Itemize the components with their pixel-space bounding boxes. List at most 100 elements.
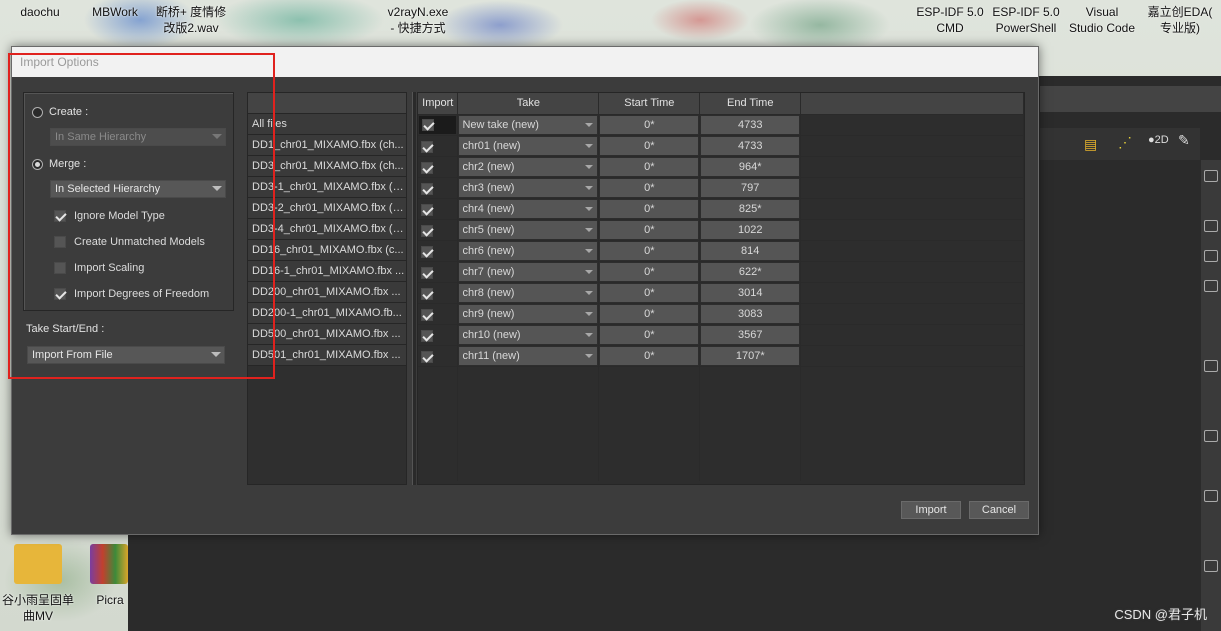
end-time-cell[interactable]: 4733 [699, 135, 802, 157]
import-cell[interactable] [418, 240, 459, 262]
scale-tool-icon[interactable] [1204, 280, 1218, 292]
take-row[interactable]: chr9 (new) 0* 3083 [418, 303, 1024, 325]
take-select[interactable]: chr7 (new) [459, 262, 598, 281]
take-row[interactable]: chr3 (new) 0* 797 [418, 177, 1024, 199]
take-select[interactable]: chr2 (new) [459, 157, 598, 176]
desktop-icon-vscode[interactable]: Visual Studio Code [1062, 4, 1142, 36]
import-cell[interactable] [418, 261, 459, 283]
move-tool-icon[interactable] [1204, 220, 1218, 232]
light-tool-icon[interactable] [1204, 560, 1218, 572]
take-cell[interactable]: chr01 (new) [457, 135, 600, 157]
import-cell[interactable] [418, 345, 459, 367]
take-row[interactable]: chr8 (new) 0* 3014 [418, 282, 1024, 304]
panel-splitter[interactable] [412, 92, 416, 485]
take-cell[interactable]: chr11 (new) [457, 345, 600, 367]
end-time-value[interactable]: 4733 [701, 115, 800, 134]
desktop-icon-folder-label[interactable]: 谷小雨呈固单 曲MV [0, 592, 76, 624]
select-tool-icon[interactable] [1204, 170, 1218, 182]
import-cell[interactable] [418, 219, 459, 241]
take-row[interactable]: chr01 (new) 0* 4733 [418, 135, 1024, 157]
start-time-value[interactable]: 0* [600, 136, 699, 155]
import-checkbox[interactable] [421, 204, 433, 216]
take-select[interactable]: chr01 (new) [459, 136, 598, 155]
2d-icon[interactable]: ●2D [1148, 134, 1169, 146]
import-button[interactable]: Import [901, 501, 961, 519]
start-time-value[interactable]: 0* [600, 157, 699, 176]
take-cell[interactable]: chr3 (new) [457, 177, 600, 199]
end-time-value[interactable]: 3014 [701, 283, 800, 302]
import-cell[interactable] [418, 156, 459, 178]
start-time-cell[interactable]: 0* [598, 135, 701, 157]
import-checkbox[interactable] [421, 141, 433, 153]
import-checkbox[interactable] [421, 288, 433, 300]
start-time-cell[interactable]: 0* [598, 156, 701, 178]
desktop-icon-esp-cmd[interactable]: ESP-IDF 5.0 CMD [912, 4, 988, 36]
import-checkbox[interactable] [421, 267, 433, 279]
end-time-value[interactable]: 622* [701, 262, 800, 281]
start-time-value[interactable]: 0* [600, 304, 699, 323]
end-time-cell[interactable]: 3567 [699, 324, 802, 346]
take-row[interactable]: chr2 (new) 0* 964* [418, 156, 1024, 178]
import-cell[interactable] [418, 282, 459, 304]
end-time-cell[interactable]: 964* [699, 156, 802, 178]
end-time-value[interactable]: 3567 [701, 325, 800, 344]
start-time-value[interactable]: 0* [600, 178, 699, 197]
take-select[interactable]: chr10 (new) [459, 325, 598, 344]
ruler-icon[interactable]: ▤ [1084, 136, 1097, 153]
import-cell[interactable] [418, 114, 459, 136]
take-row[interactable]: chr4 (new) 0* 825* [418, 198, 1024, 220]
end-time-value[interactable]: 814 [701, 241, 800, 260]
folder-icon[interactable] [14, 544, 62, 584]
column-header-end-time[interactable]: End Time [699, 93, 802, 115]
start-time-cell[interactable]: 0* [598, 198, 701, 220]
take-cell[interactable]: chr6 (new) [457, 240, 600, 262]
start-time-value[interactable]: 0* [600, 346, 699, 365]
start-time-value[interactable]: 0* [600, 283, 699, 302]
take-cell[interactable]: chr4 (new) [457, 198, 600, 220]
end-time-value[interactable]: 797 [701, 178, 800, 197]
take-select[interactable]: New take (new) [459, 115, 598, 134]
start-time-cell[interactable]: 0* [598, 324, 701, 346]
desktop-icon-daochu[interactable]: daochu [10, 4, 70, 20]
import-cell[interactable] [418, 135, 459, 157]
sphere-tool-icon[interactable] [1204, 360, 1218, 372]
end-time-value[interactable]: 1022 [701, 220, 800, 239]
start-time-cell[interactable]: 0* [598, 261, 701, 283]
end-time-value[interactable]: 825* [701, 199, 800, 218]
import-cell[interactable] [418, 303, 459, 325]
end-time-cell[interactable]: 3014 [699, 282, 802, 304]
start-time-cell[interactable]: 0* [598, 177, 701, 199]
end-time-cell[interactable]: 622* [699, 261, 802, 283]
import-cell[interactable] [418, 324, 459, 346]
start-time-value[interactable]: 0* [600, 262, 699, 281]
take-select[interactable]: chr6 (new) [459, 241, 598, 260]
end-time-cell[interactable]: 4733 [699, 114, 802, 136]
start-time-value[interactable]: 0* [600, 325, 699, 344]
take-select[interactable]: chr4 (new) [459, 199, 598, 218]
path-icon[interactable]: ⋰ [1118, 134, 1132, 151]
end-time-cell[interactable]: 3083 [699, 303, 802, 325]
take-row[interactable]: chr7 (new) 0* 622* [418, 261, 1024, 283]
take-cell[interactable]: chr5 (new) [457, 219, 600, 241]
end-time-cell[interactable]: 814 [699, 240, 802, 262]
camera-tool-icon[interactable] [1204, 490, 1218, 502]
take-cell[interactable]: chr10 (new) [457, 324, 600, 346]
start-time-cell[interactable]: 0* [598, 219, 701, 241]
end-time-value[interactable]: 3083 [701, 304, 800, 323]
import-checkbox[interactable] [421, 225, 433, 237]
desktop-icon-archive-label[interactable]: Picra [90, 592, 130, 608]
desktop-icon-v2rayn[interactable]: v2rayN.exe - 快捷方式 [378, 4, 458, 36]
import-checkbox[interactable] [421, 330, 433, 342]
desktop-icon-eda[interactable]: 嘉立创EDA( 专业版) [1140, 4, 1220, 36]
cube-tool-icon[interactable] [1204, 430, 1218, 442]
end-time-cell[interactable]: 1707* [699, 345, 802, 367]
take-cell[interactable]: chr9 (new) [457, 303, 600, 325]
import-cell[interactable] [418, 198, 459, 220]
take-select[interactable]: chr5 (new) [459, 220, 598, 239]
pen-icon[interactable]: ✎ [1178, 132, 1190, 149]
start-time-value[interactable]: 0* [600, 199, 699, 218]
take-row[interactable]: chr10 (new) 0* 3567 [418, 324, 1024, 346]
import-checkbox[interactable] [421, 351, 433, 363]
import-cell[interactable] [418, 177, 459, 199]
start-time-cell[interactable]: 0* [598, 114, 701, 136]
